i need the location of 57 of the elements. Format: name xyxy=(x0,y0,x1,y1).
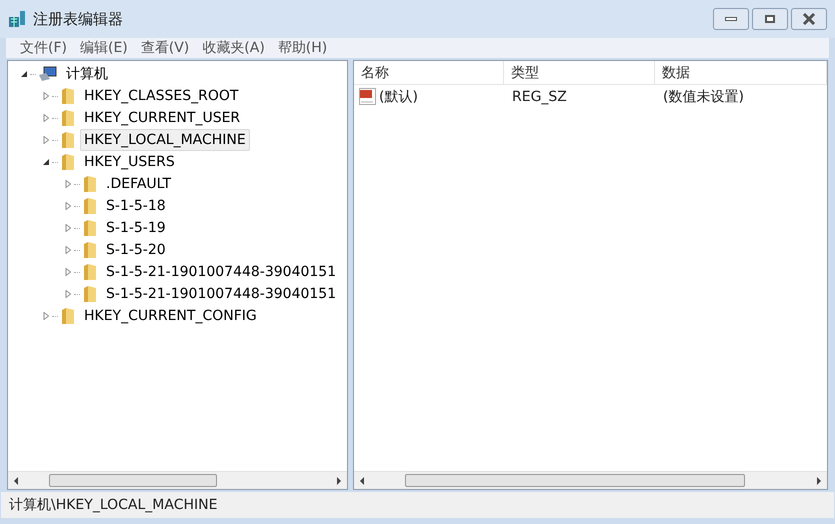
collapsed-arrow-icon[interactable] xyxy=(64,180,74,188)
computer-icon xyxy=(38,66,58,82)
close-button[interactable] xyxy=(791,8,827,30)
tree-item[interactable]: S-1-5-20 xyxy=(102,239,170,261)
table-cell-text: REG_SZ xyxy=(511,88,568,106)
tree-item[interactable]: 计算机 xyxy=(62,63,112,85)
tree-item[interactable]: HKEY_USERS xyxy=(80,151,179,173)
tree-item[interactable]: S-1-5-18 xyxy=(102,195,170,217)
collapsed-arrow-icon[interactable] xyxy=(64,202,74,210)
close-icon xyxy=(802,13,816,25)
tree-item[interactable]: .DEFAULT xyxy=(102,173,176,195)
tree-item[interactable]: HKEY_LOCAL_MACHINE xyxy=(80,129,250,151)
menu-item[interactable]: 帮助(H) xyxy=(278,38,328,58)
window-title: 注册表编辑器 xyxy=(33,8,123,30)
horizontal-scrollbar[interactable] xyxy=(354,471,827,489)
column-header[interactable]: 类型 xyxy=(504,61,655,84)
folder-icon xyxy=(82,219,98,237)
collapsed-arrow-icon[interactable] xyxy=(64,290,74,298)
collapsed-arrow-icon[interactable] xyxy=(42,92,52,100)
collapsed-arrow-icon[interactable] xyxy=(64,268,74,276)
maximize-button[interactable] xyxy=(752,8,788,30)
collapsed-arrow-icon[interactable] xyxy=(42,312,52,320)
folder-icon xyxy=(60,153,76,171)
collapsed-arrow-icon[interactable] xyxy=(42,136,52,144)
expanded-arrow-icon[interactable] xyxy=(20,70,30,78)
folder-icon xyxy=(82,263,98,281)
folder-icon xyxy=(60,109,76,127)
folder-icon xyxy=(82,285,98,303)
folder-icon xyxy=(60,307,76,325)
column-header[interactable]: 数据 xyxy=(655,61,827,84)
table-cell-text: (默认) xyxy=(379,88,418,106)
collapsed-arrow-icon[interactable] xyxy=(64,224,74,232)
tree-item[interactable]: HKEY_CURRENT_CONFIG xyxy=(80,305,261,327)
folder-icon xyxy=(60,131,76,149)
tree-item[interactable]: S-1-5-19 xyxy=(102,217,170,239)
collapsed-arrow-icon[interactable] xyxy=(42,114,52,122)
minimize-button[interactable] xyxy=(713,8,749,30)
menu-item[interactable]: 查看(V) xyxy=(140,38,190,58)
tree-item[interactable]: HKEY_CLASSES_ROOT xyxy=(80,85,242,107)
column-header[interactable]: 名称 xyxy=(354,61,504,84)
tree-item[interactable]: S-1-5-21-1901007448-39040151 xyxy=(102,283,340,305)
collapsed-arrow-icon[interactable] xyxy=(64,246,74,254)
string-value-icon xyxy=(359,88,377,106)
folder-icon xyxy=(82,175,98,193)
folder-icon xyxy=(82,241,98,259)
horizontal-scrollbar[interactable] xyxy=(8,471,347,489)
expanded-arrow-icon[interactable] xyxy=(42,158,52,166)
registry-cubes-icon xyxy=(8,9,28,29)
menu-item[interactable]: 编辑(E) xyxy=(80,38,128,58)
folder-icon xyxy=(82,197,98,215)
status-bar-path: 计算机\HKEY_LOCAL_MACHINE xyxy=(9,496,218,514)
menu-item[interactable]: 收藏夹(A) xyxy=(202,38,265,58)
menu-item[interactable]: 文件(F) xyxy=(20,38,67,58)
table-cell-text: (数值未设置) xyxy=(662,88,745,106)
tree-item[interactable]: S-1-5-21-1901007448-39040151 xyxy=(102,261,340,283)
tree-item[interactable]: HKEY_CURRENT_USER xyxy=(80,107,244,129)
folder-icon xyxy=(60,87,76,105)
